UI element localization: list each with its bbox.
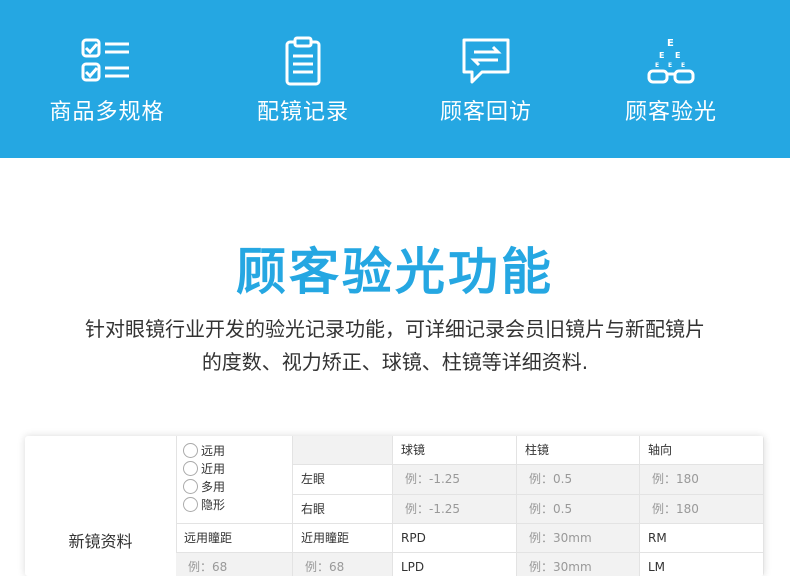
lm-label: LM: [640, 553, 764, 576]
radio-label: 多用: [201, 479, 226, 494]
clipboard-icon: [285, 36, 321, 86]
row-label-left-eye: 左眼: [293, 465, 393, 495]
feature-label: 商品多规格: [49, 100, 165, 125]
radio-label: 近用: [201, 461, 226, 476]
rpd-input[interactable]: 例：30mm: [517, 524, 640, 553]
radio-button[interactable]: [183, 478, 198, 494]
right-cylinder-input[interactable]: 例：0.5: [517, 495, 640, 524]
description-line: 的度数、视力矫正、球镜、柱镜等详细资料.: [201, 350, 589, 374]
left-axis-input[interactable]: 例：180: [640, 465, 764, 495]
section-description: 针对眼镜行业开发的验光记录功能，可详细记录会员旧镜片与新配镜片 的度数、视力矫正…: [45, 313, 745, 379]
lens-type-radio-group: 远用 近用 多用 隐形: [176, 436, 293, 524]
radio-option-near[interactable]: 近用: [183, 459, 292, 477]
feature-label: 顾客回访: [439, 100, 532, 125]
rpd-label: RPD: [393, 524, 517, 553]
svg-text:E: E: [675, 51, 680, 60]
feature-multi-spec[interactable]: 商品多规格: [22, 36, 192, 126]
feature-customer-visit[interactable]: 顾客回访: [401, 36, 571, 126]
lpd-label: LPD: [393, 553, 517, 576]
near-pd-input[interactable]: 例：68: [293, 553, 393, 576]
right-axis-input[interactable]: 例：180: [640, 495, 764, 524]
radio-button[interactable]: [183, 496, 198, 512]
checklist-icon: [81, 38, 129, 82]
radio-label: 远用: [201, 443, 226, 458]
feature-label: 配镜记录: [256, 100, 349, 125]
header-cylinder: 柱镜: [517, 436, 640, 465]
svg-text:E: E: [667, 38, 674, 49]
svg-text:E: E: [655, 62, 659, 69]
row-label-right-eye: 右眼: [293, 495, 393, 524]
svg-text:E: E: [681, 62, 685, 69]
rm-label: RM: [640, 524, 764, 553]
left-cylinder-input[interactable]: 例：0.5: [517, 465, 640, 495]
near-pd-label: 近用瞳距: [293, 524, 393, 553]
feature-label: 顾客验光: [624, 100, 717, 125]
header-axis: 轴向: [640, 436, 764, 465]
eye-chart-glasses-icon: E E E E E E: [647, 38, 695, 84]
far-pd-input[interactable]: 例：68: [176, 553, 293, 576]
radio-option-multi[interactable]: 多用: [183, 477, 292, 495]
description-line: 针对眼镜行业开发的验光记录功能，可详细记录会员旧镜片与新配镜片: [85, 317, 705, 341]
lpd-input[interactable]: 例：30mm: [517, 553, 640, 576]
feature-glasses-record[interactable]: 配镜记录: [218, 36, 388, 126]
svg-text:E: E: [659, 51, 664, 60]
feature-banner: 商品多规格 配镜记录 顾客回访 E E E E E E 顾客验光: [0, 0, 790, 158]
feature-eye-test[interactable]: E E E E E E 顾客验光: [586, 36, 756, 126]
prescription-grid: 远用 近用 多用 隐形 球镜 柱镜 轴向 左眼 例：-1.25 例：0.5 例：…: [176, 436, 764, 576]
header-sphere: 球镜: [393, 436, 517, 465]
radio-button[interactable]: [183, 442, 198, 458]
header-corner: [293, 436, 393, 465]
radio-label: 隐形: [201, 497, 226, 512]
section-title: 顾客验光功能: [236, 243, 554, 301]
radio-option-contact[interactable]: 隐形: [183, 495, 292, 513]
left-sphere-input[interactable]: 例：-1.25: [393, 465, 517, 495]
chat-exchange-icon: [462, 38, 510, 84]
svg-text:E: E: [668, 62, 672, 69]
form-title: 新镜资料: [68, 532, 133, 551]
radio-button[interactable]: [183, 460, 198, 476]
radio-option-far[interactable]: 远用: [183, 441, 292, 459]
far-pd-label: 远用瞳距: [176, 524, 293, 553]
right-sphere-input[interactable]: 例：-1.25: [393, 495, 517, 524]
new-lens-form-card: 新镜资料 远用 近用 多用 隐形 球镜 柱镜 轴向 左眼 例：-1.25 例：0…: [25, 436, 764, 576]
